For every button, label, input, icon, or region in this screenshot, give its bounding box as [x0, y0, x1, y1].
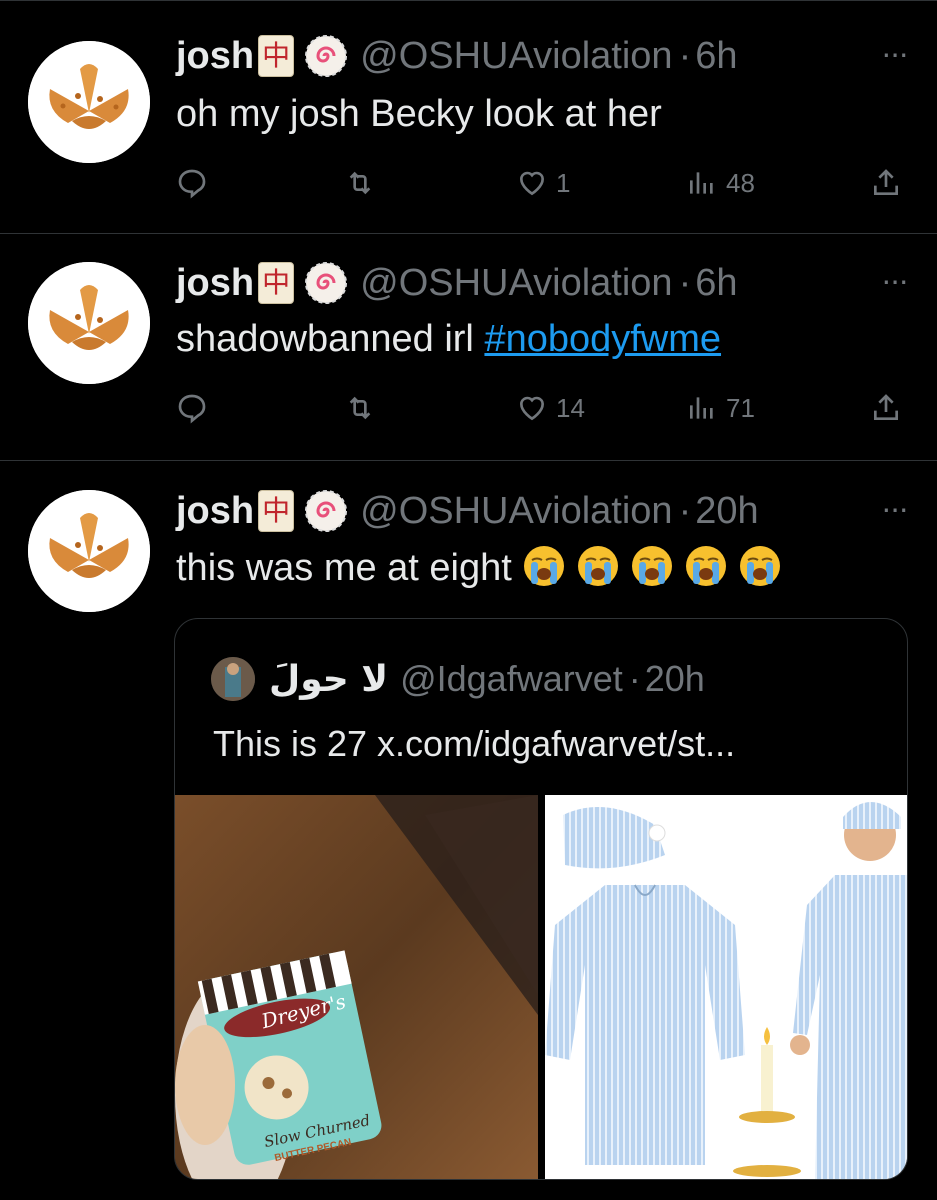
tweet-header: josh 中 @OSHUAviolation · 6h: [176, 31, 738, 81]
like-count: 14: [556, 392, 585, 423]
tweet-header: josh 中 @OSHUAviolation · 20h: [176, 486, 759, 536]
tweet-text-body: this was me at eight: [176, 547, 512, 589]
user-handle[interactable]: @OSHUAviolation: [360, 262, 672, 305]
display-name[interactable]: josh: [176, 262, 254, 305]
reply-button[interactable]: [176, 163, 208, 203]
user-handle[interactable]: @OSHUAviolation: [360, 490, 672, 533]
action-bar: 1 48: [176, 163, 906, 203]
tweet-text: shadowbanned irl #nobodyfwme: [176, 318, 721, 361]
like-button[interactable]: 1: [516, 163, 570, 203]
tweet-2[interactable]: josh 中 @OSHUAviolation · 6h ··· shadowba…: [0, 234, 937, 461]
mahjong-badge-icon: 中: [258, 262, 295, 304]
like-icon: [516, 167, 548, 199]
user-handle[interactable]: @OSHUAviolation: [360, 35, 672, 78]
nightgown-photo[interactable]: [545, 795, 907, 1179]
quoted-tweet[interactable]: لا حولَ @Idgafwarvet · 20h This is 27 x.…: [174, 618, 908, 1180]
views-count: 48: [726, 167, 755, 198]
more-icon[interactable]: ···: [881, 35, 909, 72]
reply-icon: [176, 392, 208, 424]
timestamp[interactable]: 20h: [695, 490, 758, 533]
quoted-tweet-header: لا حولَ @Idgafwarvet · 20h: [211, 657, 705, 701]
wonton-avatar-image: [28, 262, 150, 384]
separator-dot: ·: [678, 34, 692, 77]
quoted-tweet-text: This is 27 x.com/idgafwarvet/st...: [213, 723, 736, 764]
share-icon: [870, 392, 902, 424]
like-button[interactable]: 14: [516, 388, 585, 428]
loudly-crying-face-icon: [630, 544, 674, 588]
views-button[interactable]: 71: [686, 388, 755, 428]
retweet-button[interactable]: [344, 388, 376, 428]
user-avatar[interactable]: [28, 262, 150, 384]
separator-dot: ·: [628, 658, 641, 699]
views-count: 71: [726, 392, 755, 423]
loudly-crying-face-icon: [738, 544, 782, 588]
views-icon: [686, 392, 718, 424]
more-icon[interactable]: ···: [881, 262, 909, 299]
tweet-text: this was me at eight: [176, 544, 782, 590]
tweet-text: oh my josh Becky look at her: [176, 93, 662, 135]
hashtag-link[interactable]: #nobodyfwme: [484, 318, 721, 360]
share-icon: [870, 167, 902, 199]
naruto-badge-icon: [304, 489, 348, 533]
display-name[interactable]: josh: [176, 35, 254, 78]
tweet-header: josh 中 @OSHUAviolation · 6h: [176, 258, 738, 308]
loudly-crying-face-icon: [576, 544, 620, 588]
ice-cream-photo[interactable]: Dreyer's Slow Churned BUTTER PECAN: [175, 795, 538, 1179]
quoted-user-avatar[interactable]: [211, 657, 255, 701]
tweet-text-body: shadowbanned irl: [176, 318, 485, 360]
wonton-avatar-image: [28, 490, 150, 612]
separator-dot: ·: [678, 261, 692, 304]
mahjong-badge-icon: 中: [258, 35, 295, 77]
quoted-user-handle[interactable]: @Idgafwarvet: [400, 658, 623, 700]
tweet-3[interactable]: josh 中 @OSHUAviolation · 20h ··· this wa…: [0, 462, 937, 1200]
naruto-badge-icon: [304, 261, 348, 305]
wonton-avatar-image: [28, 41, 150, 163]
display-name[interactable]: josh: [176, 490, 254, 533]
action-bar: 14 71: [176, 388, 906, 428]
views-button[interactable]: 48: [686, 163, 755, 203]
crying-emoji-row: [512, 544, 782, 589]
like-count: 1: [556, 167, 571, 198]
retweet-button[interactable]: [344, 163, 376, 203]
quoted-timestamp[interactable]: 20h: [645, 658, 705, 700]
share-button[interactable]: [870, 388, 902, 428]
mahjong-badge-icon: 中: [258, 490, 295, 532]
timestamp[interactable]: 6h: [695, 35, 737, 78]
naruto-badge-icon: [304, 34, 348, 78]
user-avatar[interactable]: [28, 41, 150, 163]
like-icon: [516, 392, 548, 424]
loudly-crying-face-icon: [684, 544, 728, 588]
views-icon: [686, 167, 718, 199]
retweet-icon: [344, 392, 376, 424]
share-button[interactable]: [870, 163, 902, 203]
quoted-display-name[interactable]: لا حولَ: [269, 659, 388, 700]
reply-icon: [176, 167, 208, 199]
more-icon[interactable]: ···: [881, 490, 909, 527]
loudly-crying-face-icon: [522, 544, 566, 588]
tweet-1[interactable]: josh 中 @OSHUAviolation · 6h ··· oh my jo…: [0, 0, 937, 234]
reply-button[interactable]: [176, 388, 208, 428]
user-avatar[interactable]: [28, 490, 150, 612]
separator-dot: ·: [678, 489, 692, 532]
retweet-icon: [344, 167, 376, 199]
timestamp[interactable]: 6h: [695, 262, 737, 305]
